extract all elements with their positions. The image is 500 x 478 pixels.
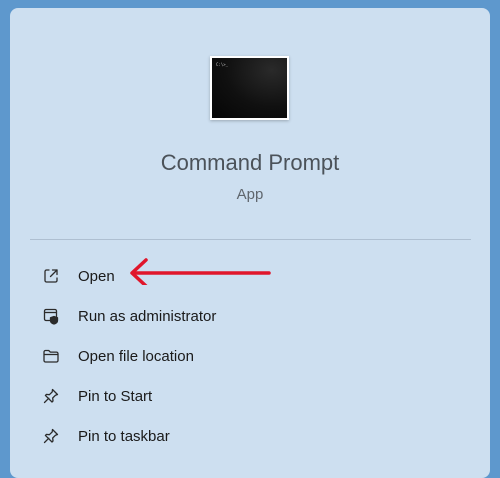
open-file-location-label: Open file location	[78, 347, 194, 365]
pin-to-start-label: Pin to Start	[78, 387, 153, 405]
console-screen: C:\>_	[212, 58, 287, 118]
app-title: Command Prompt	[160, 150, 340, 175]
divider	[30, 239, 471, 240]
pin-icon	[41, 386, 61, 406]
red-arrow-annotation	[130, 258, 271, 285]
open-label: Open	[78, 267, 115, 285]
pin-icon	[41, 426, 61, 446]
open-external-icon	[41, 266, 61, 286]
open-file-location-menu-item[interactable]: Open file location	[30, 338, 470, 374]
pin-to-taskbar-menu-item[interactable]: Pin to taskbar	[30, 418, 470, 454]
folder-icon	[41, 346, 61, 366]
app-type-label: App	[236, 186, 264, 203]
run-as-administrator-label: Run as administrator	[78, 307, 217, 325]
run-as-administrator-menu-item[interactable]: Run as administrator	[30, 298, 470, 334]
run-as-admin-icon	[41, 306, 61, 326]
command-prompt-icon: C:\>_	[210, 56, 289, 120]
pin-to-taskbar-label: Pin to taskbar	[78, 427, 170, 445]
console-prompt-text: C:\>_	[216, 62, 229, 67]
app-detail-panel: C:\>_ Command Prompt App Open Run as adm…	[10, 8, 490, 478]
pin-to-start-menu-item[interactable]: Pin to Start	[30, 378, 470, 414]
